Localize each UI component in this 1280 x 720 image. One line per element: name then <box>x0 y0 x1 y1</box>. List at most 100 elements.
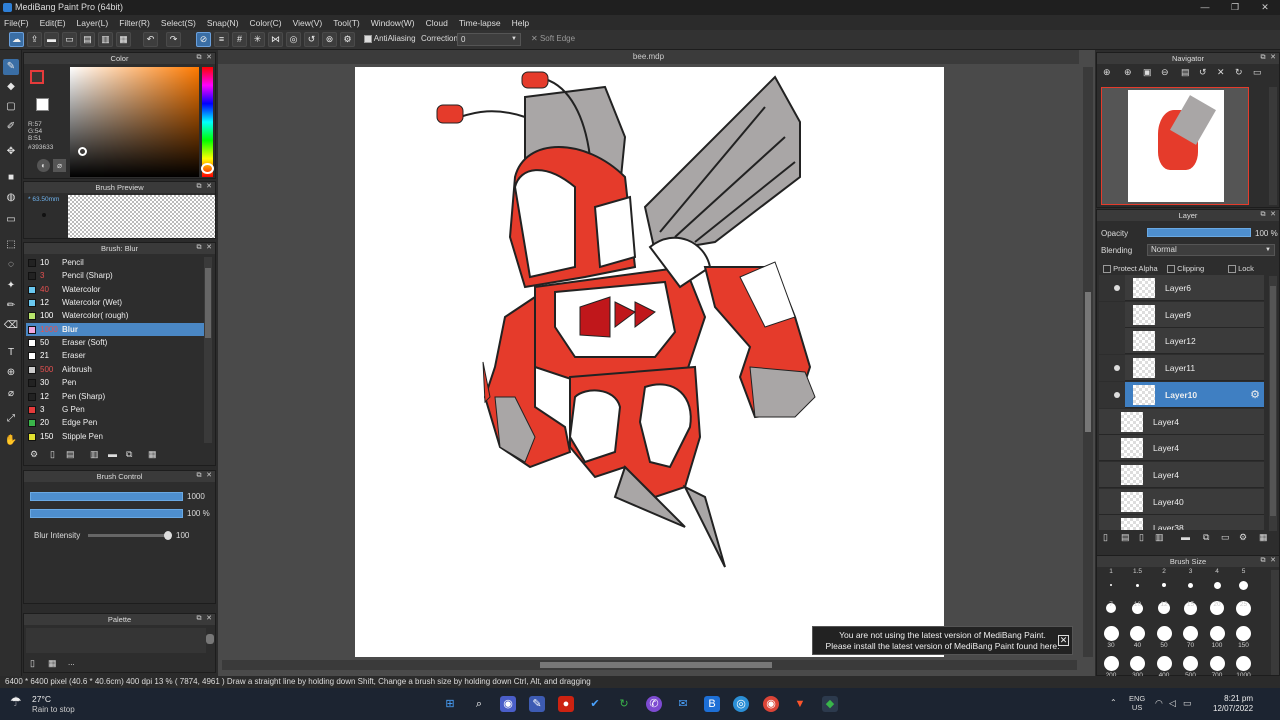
brush-size-dot[interactable] <box>1236 655 1251 671</box>
record-icon[interactable]: ● <box>558 696 574 712</box>
vertical-scroll-thumb[interactable] <box>1085 292 1091 432</box>
brush-item[interactable]: 30 Pen <box>26 376 206 389</box>
layer-row[interactable]: Layer4 <box>1099 408 1264 435</box>
antialiasing-toggle[interactable]: AntiAliasing <box>364 34 416 43</box>
brush-item[interactable]: 12 Pen (Sharp) <box>26 390 206 403</box>
brush-size-dot[interactable] <box>1239 580 1248 590</box>
navigator-preview[interactable] <box>1101 87 1249 205</box>
snap-concentric-icon[interactable]: ⊚ <box>322 32 337 47</box>
update-notification[interactable]: You are not using the latest version of … <box>812 626 1073 655</box>
brush-size-dot[interactable] <box>1162 583 1166 587</box>
float-icon[interactable]: ⧉ <box>1259 211 1267 219</box>
float-icon[interactable]: ⧉ <box>1259 557 1267 565</box>
snap-circle-icon[interactable]: ◎ <box>286 32 301 47</box>
weather-desc[interactable]: Rain to stop <box>32 705 75 714</box>
snap-radial-icon[interactable]: ✳ <box>250 32 265 47</box>
brush-size-dot[interactable] <box>1130 625 1145 641</box>
browser-icon[interactable]: ◎ <box>733 696 749 712</box>
menu-tool[interactable]: Tool(T) <box>333 18 359 28</box>
float-icon[interactable]: ⧉ <box>195 183 203 191</box>
delete-palette-icon[interactable]: ▦ <box>48 658 57 669</box>
add-halftone-layer-icon[interactable]: ▤ <box>1121 532 1130 543</box>
close-icon[interactable]: ✕ <box>205 244 213 252</box>
layer-row[interactable]: Layer9 <box>1099 301 1264 328</box>
menu-file[interactable]: File(F) <box>4 18 29 28</box>
canvas-horizontal-scrollbar[interactable] <box>222 660 1077 670</box>
brush-opacity-slider[interactable] <box>30 509 183 518</box>
brush-item[interactable]: 21 Eraser <box>26 349 206 362</box>
flip-icon[interactable]: ✕ <box>1217 67 1225 78</box>
color-wheel-icon[interactable]: ◐ <box>37 159 50 172</box>
document-tab[interactable]: bee.mdp <box>218 50 1079 64</box>
move-tool-icon[interactable]: ✥ <box>3 144 19 160</box>
medibang-taskbar-icon[interactable]: ✎ <box>529 696 545 712</box>
brush-item[interactable]: 500 Airbrush <box>26 363 206 376</box>
close-icon[interactable]: ✕ <box>1269 211 1277 219</box>
layer-menu-icon[interactable]: ▥ <box>1155 532 1164 543</box>
snap-curve-icon[interactable]: ↺ <box>304 32 319 47</box>
messenger-icon[interactable]: ✉ <box>675 696 691 712</box>
magic-wand-icon[interactable]: ✦ <box>3 278 19 294</box>
brush-size-scrollbar[interactable] <box>1271 570 1279 675</box>
float-icon[interactable]: ⧉ <box>195 244 203 252</box>
close-icon[interactable]: ✕ <box>1269 557 1277 565</box>
duplicate-icon[interactable]: ⧉ <box>126 449 132 460</box>
soft-edge-toggle[interactable]: ✕ Soft Edge <box>531 34 575 43</box>
brush-size-dot[interactable] <box>1188 582 1193 588</box>
canvas-vertical-scrollbar[interactable] <box>1083 67 1093 657</box>
brush-item[interactable]: 20 Edge Pen <box>26 416 206 429</box>
select-eraser-icon[interactable]: ⌫ <box>3 318 19 334</box>
settings-icon[interactable]: ⚙ <box>340 32 355 47</box>
actual-size-icon[interactable]: ▤ <box>1181 67 1190 78</box>
blur-intensity-slider[interactable] <box>88 531 172 540</box>
brush-menu-icon[interactable]: ▤ <box>66 449 75 460</box>
undo-icon[interactable]: ↶ <box>143 32 158 47</box>
zoom-out-icon[interactable]: ⊖ <box>1161 67 1169 78</box>
grid-icon[interactable]: ▦ <box>116 32 131 47</box>
layer-row[interactable]: Layer38 <box>1099 515 1264 530</box>
clipping-checkbox[interactable] <box>1167 265 1175 274</box>
hue-slider[interactable] <box>201 67 214 177</box>
bitwarden-icon[interactable]: B <box>704 696 720 712</box>
text-tool-icon[interactable]: T <box>3 345 19 361</box>
menu-edit[interactable]: Edit(E) <box>40 18 66 28</box>
merge-down-icon[interactable]: ▭ <box>1221 532 1230 543</box>
layer-row[interactable]: Layer4 <box>1099 461 1264 488</box>
hue-handle[interactable] <box>201 163 214 174</box>
menu-help[interactable]: Help <box>512 18 529 28</box>
chat-icon[interactable]: ◉ <box>500 696 516 712</box>
layer-folder-icon[interactable]: ▬ <box>1181 532 1190 542</box>
language-indicator[interactable]: ENG US <box>1129 694 1145 712</box>
notification-close-icon[interactable]: ✕ <box>1058 635 1069 646</box>
dot-tool-icon[interactable]: ▢ <box>3 99 19 115</box>
save-icon[interactable]: ▭ <box>62 32 77 47</box>
brush-size-dot[interactable] <box>1183 655 1198 671</box>
blur-intensity-handle[interactable] <box>164 531 172 540</box>
brush-item[interactable]: 150 Stipple Pen <box>26 430 206 443</box>
palette-scroll-handle[interactable] <box>206 634 214 644</box>
lasso-tool-icon[interactable]: ◌ <box>3 257 19 273</box>
file-icon[interactable]: ▥ <box>98 32 113 47</box>
snap-parallel-icon[interactable]: ≡ <box>214 32 229 47</box>
add-brush-icon[interactable]: ▯ <box>50 449 55 460</box>
zoom-in-icon[interactable]: ⊕ <box>1103 67 1111 78</box>
close-icon[interactable]: ✕ <box>1269 54 1277 62</box>
menu-layer[interactable]: Layer(L) <box>77 18 109 28</box>
saturation-value-picker[interactable] <box>70 67 199 177</box>
minimize-button[interactable]: — <box>1190 0 1220 15</box>
folder-icon[interactable]: ▬ <box>108 449 117 459</box>
delete-layer-icon[interactable]: ▦ <box>1259 532 1268 543</box>
hand-tool-icon[interactable]: ✋ <box>3 433 19 449</box>
duplicate-layer-icon[interactable]: ⧉ <box>1203 532 1209 543</box>
brush-size-dot[interactable] <box>1103 625 1119 641</box>
menu-window[interactable]: Window(W) <box>371 18 415 28</box>
layer-settings-icon[interactable]: ⚙ <box>1239 532 1247 543</box>
color-cursor[interactable] <box>78 147 87 156</box>
horizontal-scroll-thumb[interactable] <box>540 662 772 668</box>
brush-size-dot[interactable] <box>1236 625 1251 641</box>
redo-icon[interactable]: ↷ <box>166 32 181 47</box>
maximize-button[interactable]: ❐ <box>1220 0 1250 15</box>
menu-filter[interactable]: Filter(R) <box>119 18 150 28</box>
brush-size-dot[interactable] <box>1156 625 1172 641</box>
add-palette-icon[interactable]: ▯ <box>30 658 35 669</box>
